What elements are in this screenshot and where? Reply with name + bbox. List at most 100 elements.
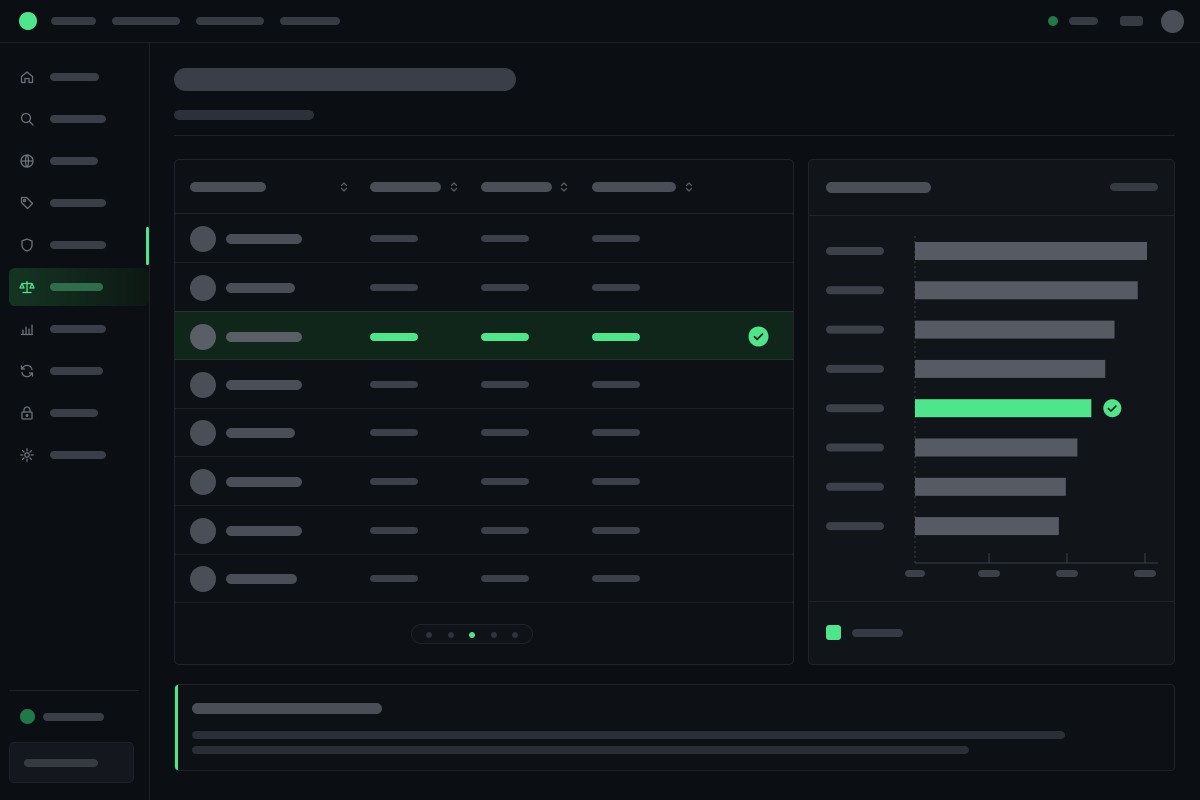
table-row[interactable] bbox=[175, 263, 793, 312]
note-title bbox=[192, 703, 382, 714]
row-avatar bbox=[190, 469, 216, 495]
row-cell bbox=[481, 333, 529, 342]
bar-category-label bbox=[826, 364, 884, 373]
row-cell bbox=[481, 575, 529, 583]
table-row[interactable] bbox=[175, 408, 793, 458]
nav-link-1[interactable] bbox=[51, 17, 96, 25]
row-cell bbox=[481, 526, 529, 534]
note-text-line bbox=[192, 731, 1065, 739]
chart-action-link[interactable] bbox=[1110, 183, 1158, 191]
sidebar-item-3[interactable] bbox=[9, 142, 149, 180]
row-cell bbox=[370, 283, 418, 291]
sidebar-item-label bbox=[50, 73, 99, 81]
table-row[interactable] bbox=[175, 360, 793, 409]
row-cell bbox=[370, 380, 418, 388]
sidebar-item-2[interactable] bbox=[9, 100, 149, 138]
column-header-1[interactable] bbox=[190, 182, 266, 192]
page-dot-2[interactable] bbox=[447, 632, 454, 638]
row-avatar bbox=[190, 420, 216, 447]
sidebar-item-1[interactable] bbox=[9, 58, 149, 96]
column-header-4[interactable] bbox=[592, 182, 676, 192]
globe-icon bbox=[19, 153, 35, 169]
bar bbox=[915, 359, 1106, 378]
sort-icon[interactable] bbox=[340, 180, 348, 194]
sidebar-item-4[interactable] bbox=[9, 184, 149, 222]
bar bbox=[915, 320, 1115, 339]
sort-icon[interactable] bbox=[685, 180, 693, 194]
row-avatar bbox=[190, 226, 216, 252]
page-dot-5[interactable] bbox=[512, 632, 518, 638]
chart-header bbox=[809, 160, 1174, 216]
bar-chart bbox=[826, 236, 1158, 577]
row-cell bbox=[592, 333, 640, 342]
active-nav-indicator bbox=[146, 227, 149, 265]
table-row[interactable] bbox=[175, 457, 793, 506]
status-label bbox=[1069, 17, 1098, 25]
sidebar-item-5[interactable] bbox=[9, 226, 149, 264]
bar-chart-icon bbox=[19, 321, 35, 337]
row-cell bbox=[592, 235, 640, 242]
row-cell bbox=[481, 478, 529, 485]
row-avatar bbox=[190, 324, 216, 351]
page-dot-3[interactable] bbox=[469, 632, 475, 638]
lock-icon bbox=[19, 405, 35, 421]
bar-category-label bbox=[826, 404, 884, 413]
column-header-2[interactable] bbox=[370, 182, 441, 192]
row-avatar bbox=[190, 517, 216, 544]
page-dot-4[interactable] bbox=[490, 632, 497, 638]
nav-link-4[interactable] bbox=[280, 17, 340, 25]
sidebar-divider bbox=[9, 690, 139, 691]
x-tick-label bbox=[905, 570, 925, 577]
sort-icon[interactable] bbox=[560, 180, 568, 194]
bar bbox=[915, 477, 1066, 496]
tag-icon bbox=[19, 195, 35, 211]
app-logo[interactable] bbox=[19, 12, 37, 30]
sidebar-item-10[interactable] bbox=[9, 436, 149, 474]
row-name bbox=[226, 428, 295, 439]
row-name bbox=[226, 332, 302, 343]
chart-legend bbox=[809, 601, 1174, 664]
menu-button[interactable] bbox=[1120, 16, 1143, 26]
sidebar-item-9[interactable] bbox=[9, 394, 149, 432]
user-avatar[interactable] bbox=[1161, 10, 1184, 33]
sidebar-footer-button[interactable] bbox=[9, 742, 134, 783]
chart-panel bbox=[808, 159, 1175, 665]
row-cell bbox=[592, 575, 640, 583]
nav-link-3[interactable] bbox=[196, 17, 264, 25]
row-cell bbox=[481, 429, 529, 437]
sort-icon[interactable] bbox=[450, 180, 458, 194]
column-header-3[interactable] bbox=[481, 182, 552, 192]
row-cell bbox=[592, 380, 640, 388]
bar-category-label bbox=[826, 247, 884, 255]
pagination bbox=[411, 624, 533, 644]
bar-category-label bbox=[826, 443, 884, 452]
x-tick-label bbox=[1056, 570, 1078, 577]
sidebar-footer-button-label bbox=[24, 759, 98, 767]
note-text-line bbox=[192, 746, 969, 754]
sidebar-item-7[interactable] bbox=[9, 310, 149, 348]
table-header bbox=[175, 160, 793, 214]
sidebar-item-label bbox=[50, 367, 103, 375]
row-cell bbox=[592, 283, 640, 291]
table-row[interactable] bbox=[175, 554, 793, 604]
table-row[interactable] bbox=[175, 506, 793, 555]
sidebar-item-8[interactable] bbox=[9, 352, 149, 390]
sidebar-item-label bbox=[50, 241, 106, 249]
page-subtitle bbox=[174, 110, 314, 120]
sidebar-item-label bbox=[50, 409, 98, 417]
x-tick-label bbox=[978, 570, 1000, 577]
row-cell bbox=[481, 235, 529, 242]
table-row[interactable] bbox=[175, 214, 793, 263]
row-cell bbox=[481, 283, 529, 291]
row-cell bbox=[592, 526, 640, 534]
search-icon bbox=[19, 111, 35, 127]
page-dot-1[interactable] bbox=[426, 632, 432, 638]
sidebar-item-6[interactable] bbox=[9, 268, 149, 306]
nav-link-2[interactable] bbox=[112, 17, 180, 25]
sidebar-item-label bbox=[50, 325, 106, 333]
x-tick-label bbox=[1134, 570, 1156, 577]
row-name bbox=[226, 525, 302, 536]
row-name bbox=[226, 477, 302, 487]
legend-label bbox=[852, 629, 903, 637]
table-row[interactable] bbox=[175, 311, 793, 361]
